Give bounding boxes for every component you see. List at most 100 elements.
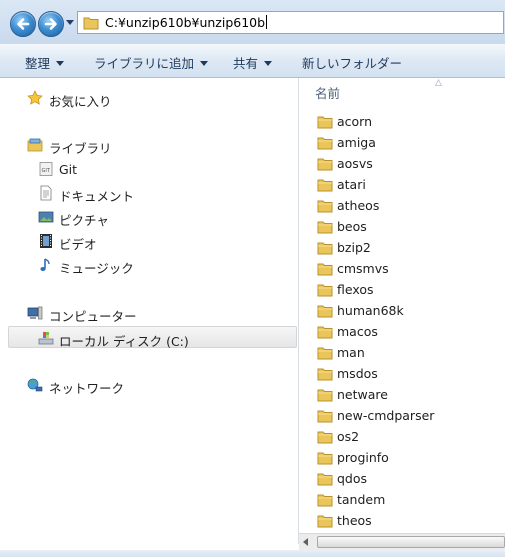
nav-local-disk[interactable]: ローカル ディスク (C:) [8, 326, 297, 349]
file-name: cmsmvs [337, 261, 389, 276]
local-disk-icon [38, 332, 54, 345]
file-name: msdos [337, 366, 378, 381]
folder-icon [317, 368, 333, 381]
file-list-item[interactable]: man [317, 342, 497, 363]
back-button[interactable] [10, 11, 36, 37]
share-menu[interactable]: 共有 [233, 53, 273, 72]
file-list-item[interactable]: atari [317, 174, 497, 195]
new-folder-button[interactable]: 新しいフォルダー [302, 53, 402, 72]
nav-network-label: ネットワーク [49, 381, 125, 396]
nav-computer-label: コンピューター [49, 309, 137, 324]
file-list-item[interactable]: msdos [317, 363, 497, 384]
file-name: netware [337, 387, 388, 402]
folder-icon [83, 17, 99, 30]
file-list-item[interactable]: bzip2 [317, 237, 497, 258]
git-library-icon: GIT [39, 162, 53, 176]
folder-icon [317, 305, 333, 318]
nav-network[interactable]: ネットワーク [0, 374, 296, 396]
nav-computer[interactable]: コンピューター [0, 302, 296, 324]
folder-icon [317, 179, 333, 192]
file-name: man [337, 345, 365, 360]
computer-icon [27, 306, 43, 320]
folder-icon [317, 347, 333, 360]
column-header-name[interactable]: 名前 [315, 83, 340, 102]
svg-text:GIT: GIT [42, 168, 51, 174]
back-arrow-icon [17, 18, 30, 30]
folder-icon [317, 473, 333, 486]
nav-documents[interactable]: ドキュメント [0, 182, 296, 204]
chevron-down-icon [264, 61, 273, 66]
nav-favorites-label: お気に入り [49, 94, 112, 109]
folder-icon [317, 431, 333, 444]
file-list-item[interactable]: theos [317, 510, 497, 531]
folder-icon [317, 284, 333, 297]
pictures-icon [38, 211, 54, 223]
nav-favorites[interactable]: お気に入り [0, 87, 296, 109]
folder-icon [317, 221, 333, 234]
music-note-icon [40, 258, 50, 271]
star-icon [27, 90, 43, 105]
forward-button[interactable] [38, 11, 64, 37]
nav-git[interactable]: GIT Git [0, 158, 296, 180]
include-in-library-menu[interactable]: ライブラリに追加 [94, 53, 209, 72]
nav-documents-label: ドキュメント [59, 189, 135, 204]
file-list-item[interactable]: aosvs [317, 153, 497, 174]
nav-music[interactable]: ミュージック [0, 254, 296, 276]
folder-icon [317, 494, 333, 507]
file-name: flexos [337, 282, 374, 297]
file-list-item[interactable]: netware [317, 384, 497, 405]
folder-icon [317, 263, 333, 276]
file-list-item[interactable]: os2 [317, 426, 497, 447]
folder-icon [317, 326, 333, 339]
file-list-item[interactable]: tandem [317, 489, 497, 510]
file-name: theos [337, 513, 372, 528]
file-list-item[interactable]: acorn [317, 111, 497, 132]
file-name: acorn [337, 114, 373, 129]
folder-icon [317, 515, 333, 528]
file-list-item[interactable]: new-cmdparser [317, 405, 497, 426]
file-name: amiga [337, 135, 376, 150]
file-list-item[interactable]: qdos [317, 468, 497, 489]
folder-icon [317, 242, 333, 255]
file-name: tandem [337, 492, 386, 507]
file-list-item[interactable]: atheos [317, 195, 497, 216]
film-icon [40, 234, 52, 248]
file-list-item[interactable]: human68k [317, 300, 497, 321]
network-icon [27, 378, 43, 392]
address-bar-region: C:¥unzip610b¥unzip610b [0, 0, 505, 44]
library-icon [27, 138, 43, 152]
navigation-pane: お気に入り ライブラリ GIT Git ドキュメント ピクチャ ビデオ ミュージ… [0, 78, 298, 544]
organize-menu[interactable]: 整理 [25, 53, 65, 72]
file-name: atheos [337, 198, 380, 213]
nav-videos-label: ビデオ [59, 237, 97, 252]
file-name: proginfo [337, 450, 389, 465]
file-list-item[interactable]: flexos [317, 279, 497, 300]
folder-icon [317, 410, 333, 423]
file-list-item[interactable]: proginfo [317, 447, 497, 468]
folder-icon [317, 200, 333, 213]
file-list-item[interactable]: cmsmvs [317, 258, 497, 279]
file-list-item[interactable]: macos [317, 321, 497, 342]
nav-music-label: ミュージック [59, 261, 134, 276]
file-name: aosvs [337, 156, 373, 171]
scrollbar-thumb[interactable] [317, 536, 505, 548]
sort-ascending-icon: △ [435, 78, 442, 88]
address-path: C:¥unzip610b¥unzip610b [105, 15, 268, 30]
address-input[interactable]: C:¥unzip610b¥unzip610b [77, 11, 504, 34]
file-name: human68k [337, 303, 404, 318]
command-toolbar: 整理 ライブラリに追加 共有 新しいフォルダー [0, 44, 505, 78]
nav-libraries[interactable]: ライブラリ [0, 134, 296, 156]
file-name: atari [337, 177, 366, 192]
nav-pictures[interactable]: ピクチャ [0, 206, 296, 228]
recent-pages-dropdown[interactable] [66, 20, 74, 25]
nav-videos[interactable]: ビデオ [0, 230, 296, 252]
chevron-down-icon [56, 61, 65, 66]
scroll-left-arrow-icon[interactable] [303, 538, 308, 546]
folder-icon [317, 389, 333, 402]
horizontal-scrollbar[interactable] [299, 533, 505, 551]
file-list-item[interactable]: beos [317, 216, 497, 237]
forward-arrow-icon [44, 18, 57, 30]
file-list-item[interactable]: amiga [317, 132, 497, 153]
file-name: os2 [337, 429, 360, 444]
file-name: macos [337, 324, 378, 339]
